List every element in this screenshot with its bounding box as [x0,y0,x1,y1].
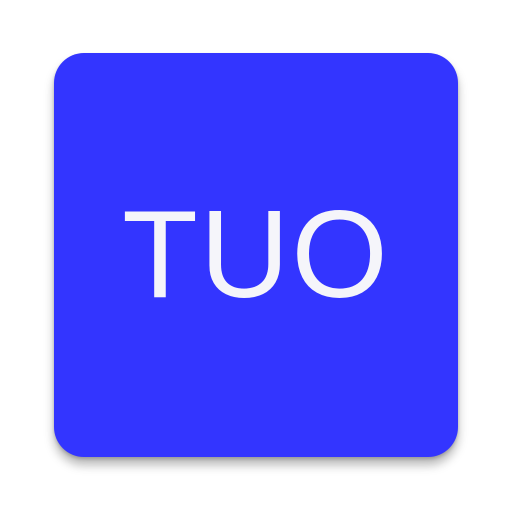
app-icon[interactable]: TUO [54,53,458,457]
app-icon-label: TUO [122,186,390,324]
icon-canvas: TUO [0,0,512,512]
